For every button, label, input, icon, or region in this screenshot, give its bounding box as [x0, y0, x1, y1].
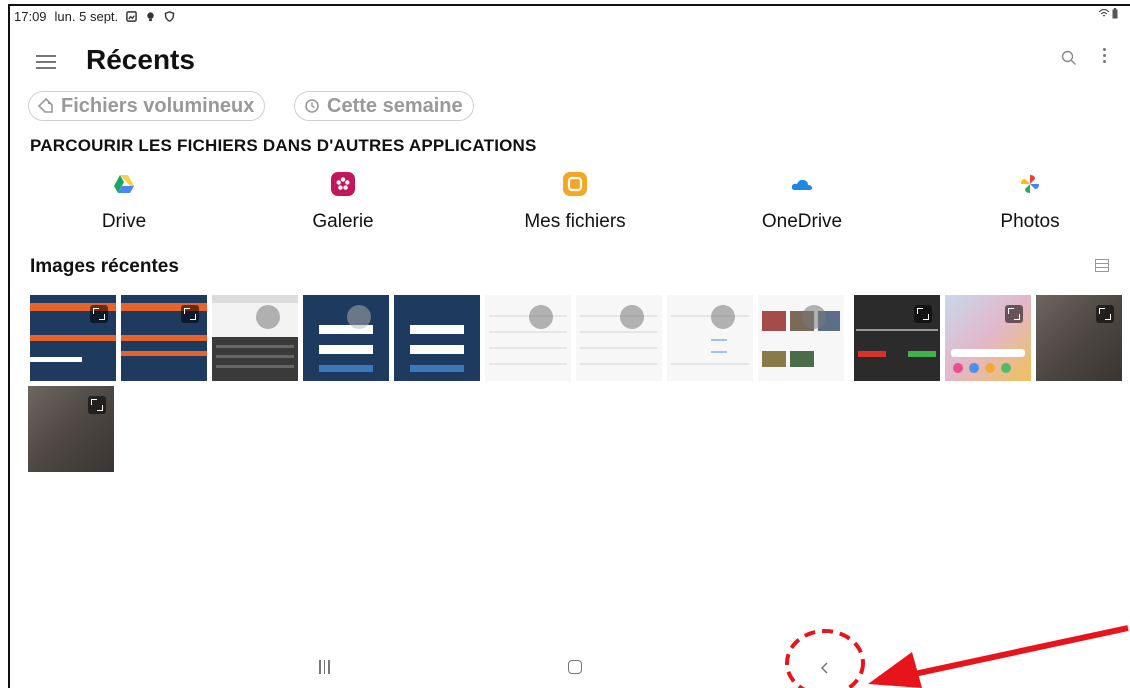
image-thumbnail[interactable]	[394, 295, 480, 381]
search-icon[interactable]	[1060, 49, 1078, 67]
expand-icon[interactable]	[1096, 305, 1114, 323]
bulb-icon	[147, 11, 154, 21]
photos-icon	[1021, 175, 1039, 193]
gallery-app-icon	[331, 172, 355, 196]
drive-icon	[114, 175, 134, 193]
history-icon	[305, 99, 319, 113]
status-time: 17:09	[14, 8, 47, 24]
back-icon[interactable]	[818, 660, 832, 676]
chip-large-files[interactable]: Fichiers volumineux	[28, 91, 266, 121]
image-thumbnail[interactable]	[485, 295, 571, 381]
expand-icon[interactable]	[914, 305, 932, 323]
app-label: OneDrive	[761, 211, 843, 232]
browse-section-title: PARCOURIR LES FICHIERS DANS D'AUTRES APP…	[30, 136, 537, 155]
expand-icon[interactable]	[88, 396, 106, 414]
image-thumbnail[interactable]	[854, 295, 940, 381]
app-label: Galerie	[312, 211, 374, 232]
image-thumbnail[interactable]	[667, 295, 753, 381]
onedrive-icon	[791, 179, 812, 190]
app-label: Drive	[101, 211, 147, 232]
app-my-files[interactable]: Mes fichiers	[505, 172, 645, 233]
image-thumbnail[interactable]	[212, 295, 298, 381]
app-photos[interactable]: Photos	[960, 172, 1100, 233]
more-options-icon[interactable]	[1100, 48, 1108, 68]
menu-icon[interactable]	[36, 55, 56, 69]
expand-icon[interactable]	[1005, 305, 1023, 323]
chip-label: Cette semaine	[327, 94, 463, 117]
list-view-icon[interactable]	[1095, 259, 1109, 272]
tag-icon	[37, 97, 53, 113]
expand-icon[interactable]	[529, 305, 553, 329]
expand-icon[interactable]	[181, 305, 199, 323]
image-thumbnail[interactable]	[303, 295, 389, 381]
image-thumbnail[interactable]	[576, 295, 662, 381]
expand-icon[interactable]	[256, 305, 280, 329]
my-files-icon	[563, 172, 587, 196]
status-bar: 17:09 lun. 5 sept.	[14, 8, 175, 24]
recent-apps-icon[interactable]	[319, 660, 331, 674]
status-right-icons	[1098, 8, 1118, 19]
expand-icon[interactable]	[620, 305, 644, 329]
expand-icon[interactable]	[90, 305, 108, 323]
expand-icon[interactable]	[711, 305, 735, 329]
wifi-icon	[1098, 8, 1110, 17]
app-gallery[interactable]: Galerie	[273, 172, 413, 233]
app-onedrive[interactable]: OneDrive	[732, 172, 872, 233]
shield-icon	[164, 10, 175, 22]
image-thumbnail[interactable]	[945, 295, 1031, 381]
chip-label: Fichiers volumineux	[61, 94, 255, 117]
image-thumbnail[interactable]	[28, 386, 114, 472]
image-thumbnail[interactable]	[121, 295, 207, 381]
recent-images-title: Images récentes	[30, 256, 179, 277]
home-icon[interactable]	[568, 660, 582, 674]
expand-icon[interactable]	[802, 305, 826, 329]
image-thumbnail[interactable]	[30, 295, 116, 381]
image-thumbnail[interactable]	[1036, 295, 1122, 381]
chip-this-week[interactable]: Cette semaine	[294, 91, 474, 121]
battery-icon	[1112, 8, 1118, 19]
app-label: Photos	[1000, 211, 1060, 232]
expand-icon[interactable]	[347, 305, 371, 329]
status-date: lun. 5 sept.	[54, 8, 119, 24]
app-label: Mes fichiers	[524, 211, 626, 232]
image-thumbnail[interactable]	[758, 295, 844, 381]
app-drive[interactable]: Drive	[54, 172, 194, 233]
gallery-icon	[126, 10, 137, 22]
page-title: Récents	[86, 44, 195, 75]
